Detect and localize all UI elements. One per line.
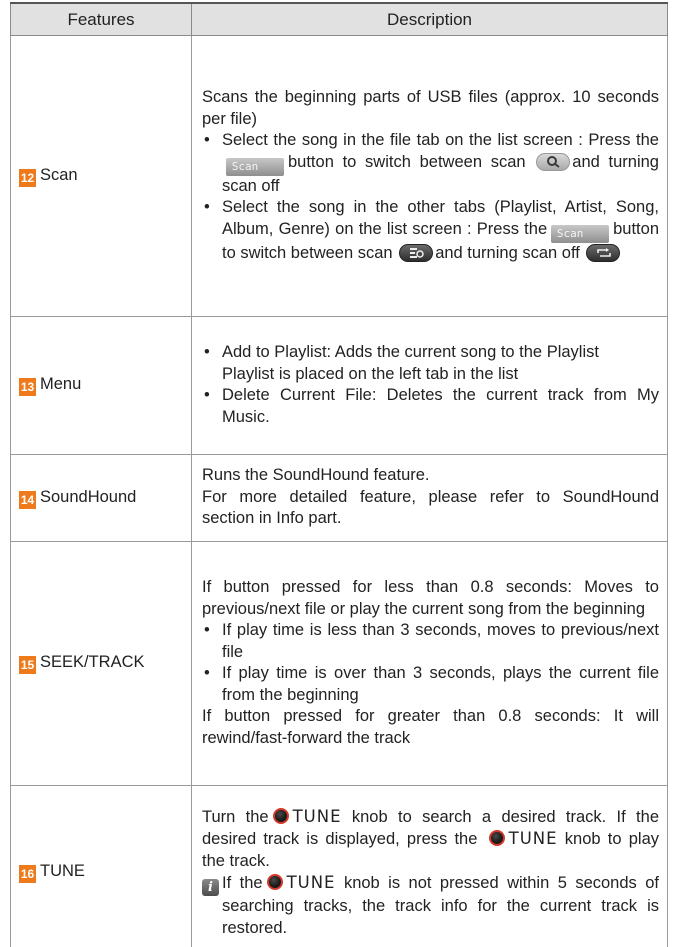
- tune-knob-icon: [266, 874, 283, 890]
- bullet-icon: •: [204, 621, 210, 639]
- feature-name: Scan: [40, 165, 78, 184]
- scan-list-icon: [399, 243, 434, 262]
- description-cell: Scans the beginning parts of USB files (…: [191, 35, 668, 317]
- description-text: Turn the TUNE knob to search a desired tr…: [202, 806, 660, 870]
- description-text: Runs the SoundHound feature.: [202, 466, 430, 485]
- description-cell: Runs the SoundHound feature. For more de…: [191, 454, 668, 542]
- description-text: For more detailed feature, please refer …: [202, 487, 659, 528]
- description-text: Scans the beginning parts of USB files (…: [202, 88, 659, 128]
- bullet-item: • Delete Current File: Deletes the curren…: [204, 386, 659, 426]
- feature-cell: 13 Menu: [10, 316, 192, 455]
- tune-knob-icon: [272, 807, 289, 824]
- features-table: Features Description 12 Scan Scans the be…: [10, 2, 668, 947]
- bullet-icon: •: [204, 131, 210, 149]
- description-cell: • Add to Playlist: Adds the current song …: [191, 316, 668, 455]
- feature-cell: 12 Scan: [10, 35, 192, 317]
- tune-label: TUNE: [508, 829, 558, 848]
- info-note: i If the TUNE knob is not pressed within 5…: [202, 872, 659, 939]
- feature-cell: 14 SoundHound: [10, 454, 192, 542]
- repeat-off-icon: [586, 243, 621, 262]
- page: Features Description 12 Scan Scans the be…: [0, 0, 678, 947]
- feature-cell: 15 SEEK/TRACK: [10, 541, 192, 786]
- description-cell: Turn the TUNE knob to search a desired tr…: [191, 785, 668, 947]
- feature-number-badge: 14: [19, 490, 36, 509]
- scan-button-icon: Scan: [551, 224, 610, 243]
- scan-button-icon: Scan: [226, 157, 284, 176]
- feature-number-badge: 13: [19, 378, 36, 396]
- feature-number-badge: 15: [19, 656, 36, 674]
- bullet-item: • If play time is less than 3 seconds, mo…: [204, 621, 659, 661]
- tune-knob-icon: [488, 830, 505, 846]
- table-header: Features Description: [10, 2, 668, 36]
- tune-label: TUNE: [286, 873, 336, 892]
- scan-folder-icon: [536, 152, 571, 171]
- features-column-header: Features: [10, 2, 192, 36]
- feature-name: SEEK/TRACK: [40, 653, 145, 671]
- description-text: If button pressed for less than 0.8 seco…: [202, 578, 659, 618]
- bullet-icon: •: [204, 386, 210, 404]
- feature-name: Menu: [40, 375, 82, 393]
- description-cell: If button pressed for less than 0.8 seco…: [191, 541, 668, 786]
- description-column-header: Description: [191, 2, 668, 36]
- bullet-item: • Select the song in the file tab on the …: [204, 131, 659, 195]
- feature-cell: 16 TUNE: [10, 785, 192, 947]
- table-row-tune: 16 TUNE Turn the TUNE knob to search a des…: [10, 785, 668, 947]
- bullet-icon: •: [204, 198, 210, 216]
- feature-number-badge: 16: [19, 865, 36, 884]
- table-row-menu: 13 Menu • Add to Playlist: Adds the curren…: [10, 316, 668, 455]
- bullet-continuation: Playlist is placed on the left tab in th…: [222, 364, 519, 383]
- bullet-item: • Add to Playlist: Adds the current song …: [202, 342, 659, 364]
- feature-number-badge: 12: [19, 168, 36, 187]
- bullet-item: • Select the song in the other tabs (Play…: [204, 198, 659, 262]
- table-row-seek-track: 15 SEEK/TRACK If button pressed for less …: [10, 541, 668, 786]
- description-text: If button pressed for greater than 0.8 s…: [202, 707, 659, 747]
- table-row-scan: 12 Scan Scans the beginning parts of USB …: [10, 35, 668, 317]
- bullet-icon: •: [204, 664, 210, 682]
- bullet-item: • If play time is over than 3 seconds, pl…: [204, 664, 659, 704]
- feature-name: SoundHound: [40, 487, 137, 506]
- tune-label: TUNE: [292, 806, 342, 826]
- table-row-soundhound: 14 SoundHound Runs the SoundHound feature…: [10, 454, 668, 542]
- bullet-icon: •: [204, 343, 210, 361]
- info-icon: i: [202, 879, 219, 896]
- feature-name: TUNE: [40, 862, 85, 881]
